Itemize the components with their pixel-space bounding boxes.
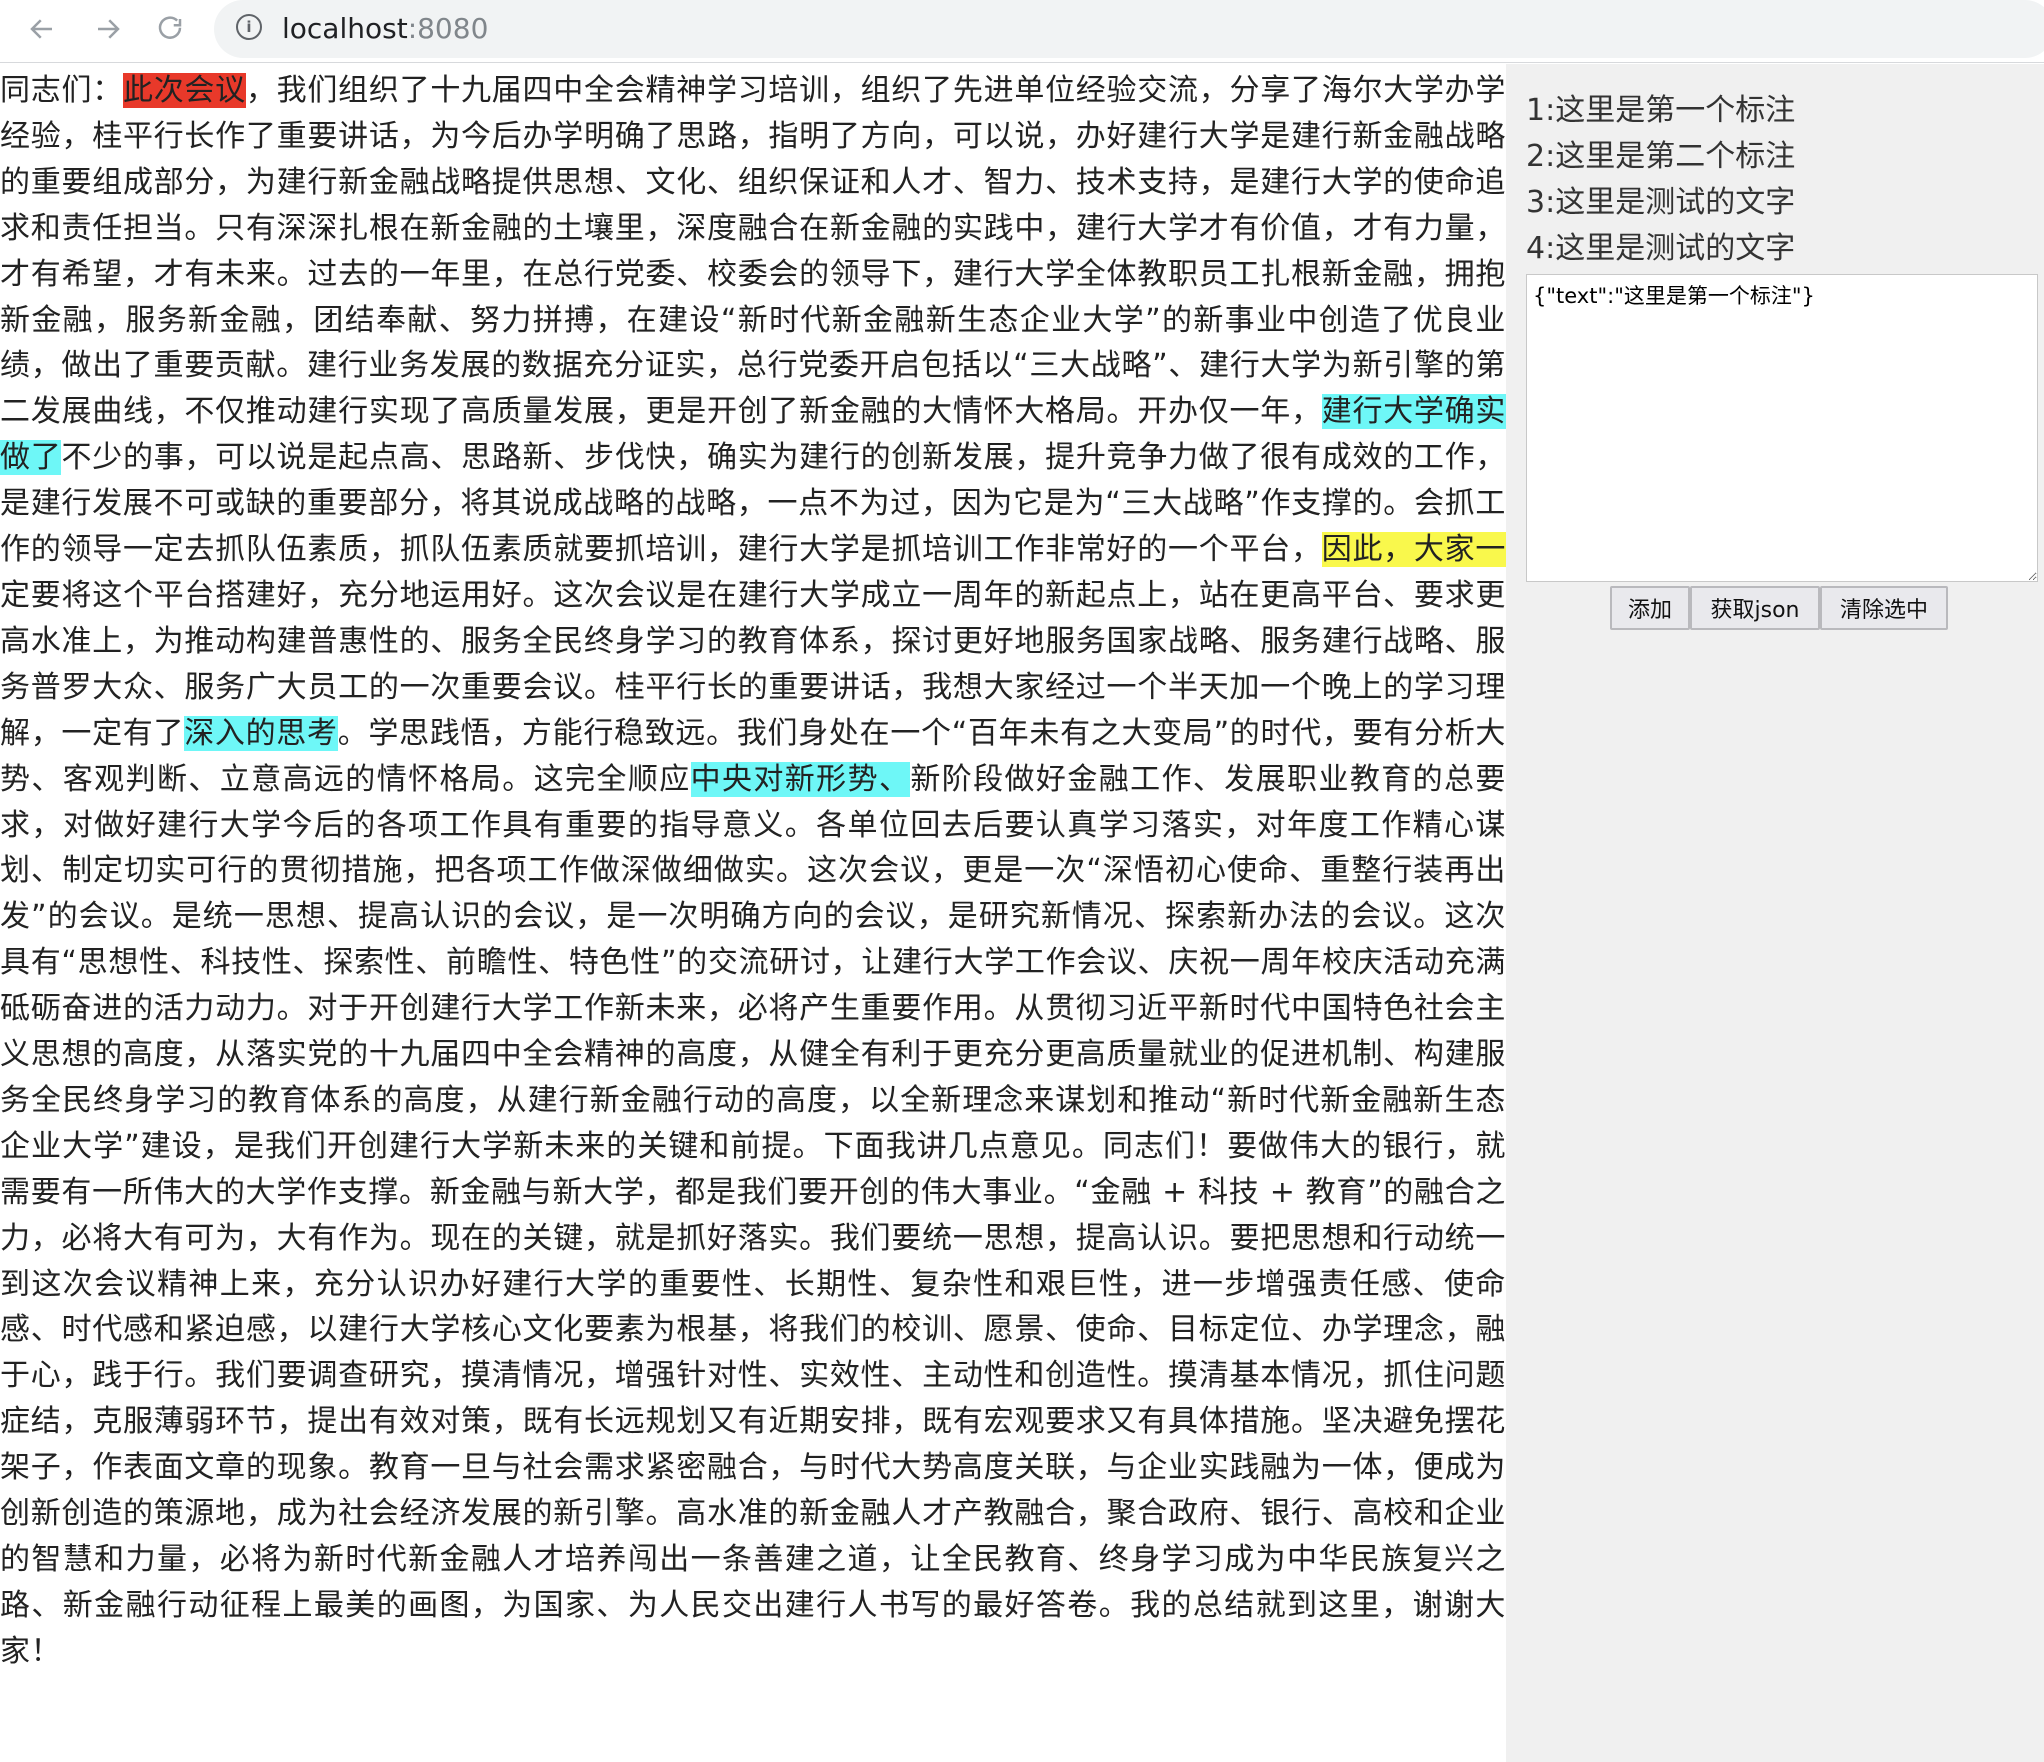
text-segment: 新阶段做好金融工作、发展职业教育的总要求，对做好建行大学今后的各项工作具有重要的… (0, 761, 1506, 1669)
forward-arrow-icon[interactable] (88, 9, 128, 49)
back-arrow-icon[interactable] (22, 9, 62, 49)
annotation-list: 1:这里是第一个标注 2:这里是第二个标注 3:这里是测试的文字 4:这里是测试的文字 (1526, 88, 1795, 272)
annotation-item[interactable]: 4:这里是测试的文字 (1526, 226, 1795, 272)
reload-icon[interactable] (150, 9, 190, 49)
get-json-button[interactable]: 获取json (1690, 586, 1820, 630)
highlight-cyan[interactable]: 中央对新形势、 (690, 761, 911, 797)
url-text: localhost:8080 (282, 12, 488, 46)
text-segment: 不少的事，可以说是起点高、思路新、步伐快，确实为建行的创新发展，提升竞争力做了很… (0, 440, 1506, 568)
add-button[interactable]: 添加 (1610, 586, 1690, 630)
browser-toolbar: i localhost:8080 (0, 0, 2044, 63)
url-host: localhost (282, 12, 408, 45)
highlight-yellow[interactable]: 因此，大家一 (1321, 532, 1506, 568)
url-port: :8080 (407, 12, 489, 45)
annotation-item[interactable]: 3:这里是测试的文字 (1526, 180, 1795, 226)
address-bar[interactable]: i localhost:8080 (214, 0, 2044, 58)
button-row: 添加 获取json 清除选中 (1610, 586, 1948, 630)
info-icon[interactable]: i (236, 14, 262, 40)
json-output-textarea[interactable]: {"text":"这里是第一个标注"} (1526, 274, 2038, 582)
article-text[interactable]: 同志们：此次会议，我们组织了十九届四中全会精神学习培训，组织了先进单位经验交流，… (0, 68, 1506, 1758)
annotation-panel: 1:这里是第一个标注 2:这里是第二个标注 3:这里是测试的文字 4:这里是测试的文字… (1506, 64, 2044, 1762)
highlight-red[interactable]: 此次会议 (122, 73, 246, 108)
text-segment: 同志们： (0, 73, 123, 108)
text-segment: ，我们组织了十九届四中全会精神学习培训，组织了先进单位经验交流，分享了海尔大学办… (0, 73, 1506, 430)
annotation-item[interactable]: 2:这里是第二个标注 (1526, 134, 1795, 180)
annotation-item[interactable]: 1:这里是第一个标注 (1526, 88, 1795, 134)
clear-selection-button[interactable]: 清除选中 (1820, 586, 1948, 630)
highlight-cyan[interactable]: 深入的思考 (184, 715, 338, 751)
